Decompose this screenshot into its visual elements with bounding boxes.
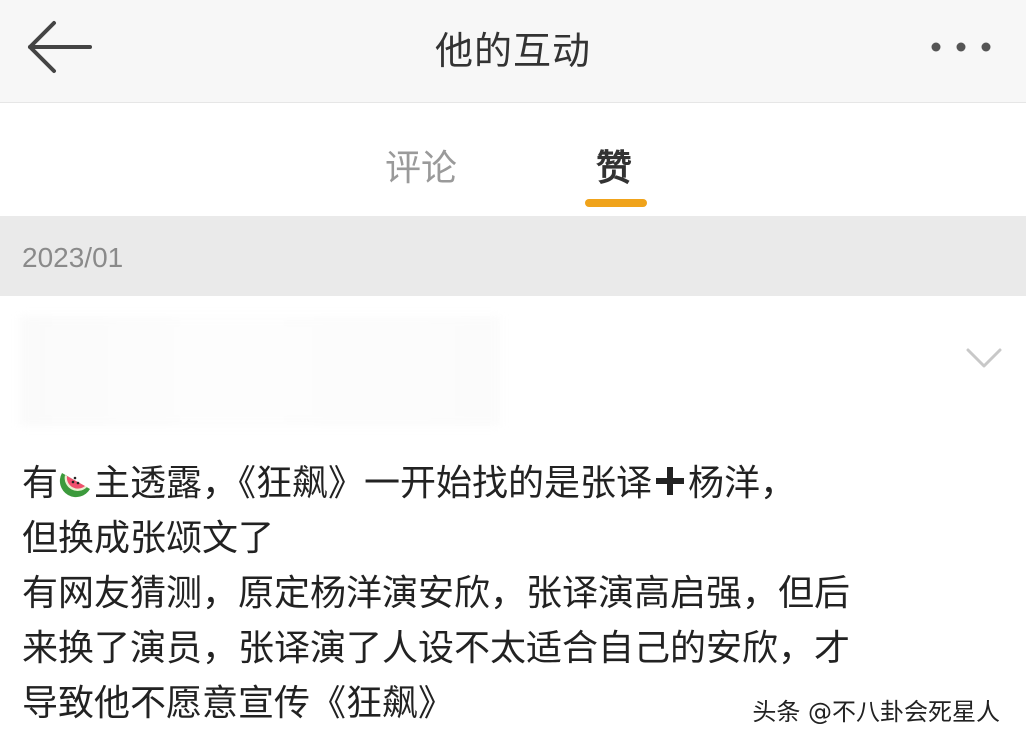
blurred-author-header xyxy=(20,316,500,426)
post-line: 来换了演员，张译演了人设不太适合自己的安欣，才 xyxy=(22,628,851,669)
ellipsis-icon xyxy=(931,42,991,52)
tab-comments[interactable]: 评论 xyxy=(385,139,457,191)
liked-post-card[interactable]: 有 主透露，《狂飙》一开始找的是张译 杨洋， 但换成张颂文了 有网友猜测，原定杨… xyxy=(0,296,1026,741)
top-bar: 他的互动 xyxy=(0,0,1026,103)
more-button[interactable] xyxy=(926,34,996,60)
post-text-segment: 主透露，《狂飙》一开始找的是张译 xyxy=(94,463,653,504)
plus-icon xyxy=(656,467,685,495)
watermark-label: 头条 @不八卦会死星人 xyxy=(746,690,1006,729)
post-line: 但换成张颂文了 xyxy=(22,518,275,559)
watermelon-icon xyxy=(59,473,91,498)
expand-button[interactable] xyxy=(966,346,1002,370)
tab-likes[interactable]: 赞 xyxy=(596,139,632,191)
page-title: 他的互动 xyxy=(434,29,591,73)
tab-bar: 评论 赞 xyxy=(0,103,1026,215)
date-section-header: 2023/01 xyxy=(0,216,1026,296)
post-line: 有网友猜测，原定杨洋演安欣，张译演高启强，但后 xyxy=(22,573,851,614)
post-text-segment: 杨洋， xyxy=(688,463,797,504)
section-date: 2023/01 xyxy=(22,242,124,273)
post-line: 有 主透露，《狂飙》一开始找的是张译 杨洋， xyxy=(22,456,1012,511)
post-text-segment: 有 xyxy=(22,463,59,504)
chevron-down-icon xyxy=(966,348,1002,368)
active-tab-indicator xyxy=(585,199,647,207)
